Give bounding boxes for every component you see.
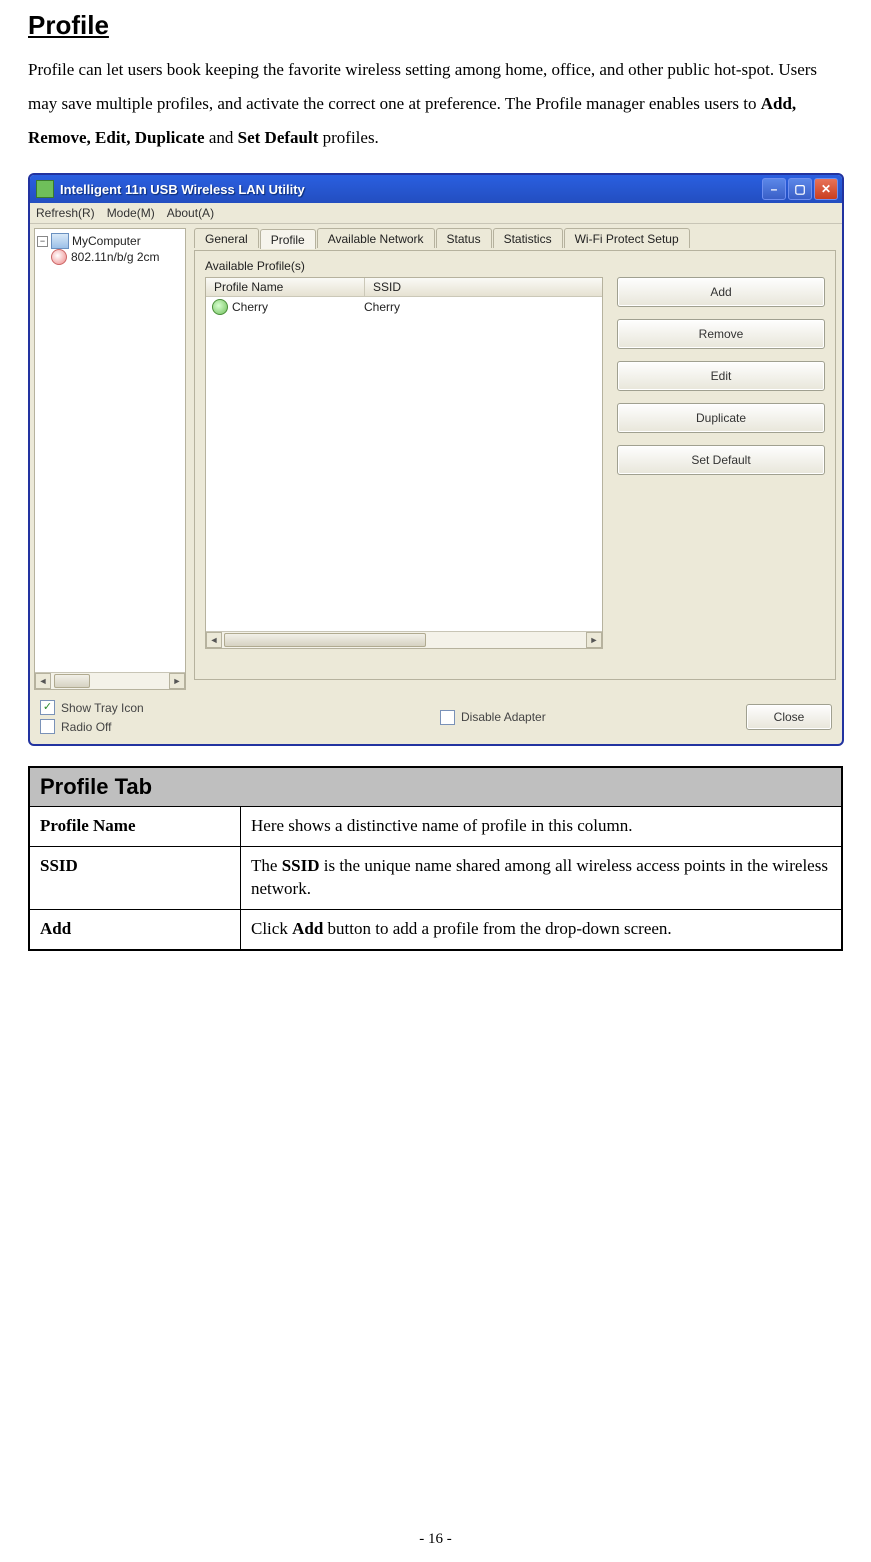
duplicate-button[interactable]: Duplicate — [617, 403, 825, 433]
bold-text: Add — [292, 919, 323, 938]
tab-available-network[interactable]: Available Network — [317, 228, 435, 248]
menu-mode[interactable]: Mode(M) — [107, 206, 155, 220]
column-ssid[interactable]: SSID — [365, 278, 602, 296]
tree-adapter-label[interactable]: 802.11n/b/g 2cm — [71, 250, 160, 264]
tree-root-label[interactable]: MyComputer — [72, 234, 141, 248]
checkbox-icon — [40, 719, 55, 734]
cell-value: Click Add button to add a profile from t… — [241, 909, 843, 949]
list-hscrollbar[interactable]: ◄ ► — [206, 631, 602, 648]
section-heading: Profile — [28, 10, 843, 41]
profile-tab-table: Profile Tab Profile Name Here shows a di… — [28, 766, 843, 951]
app-icon — [36, 180, 54, 198]
add-button[interactable]: Add — [617, 277, 825, 307]
checkbox-icon — [40, 700, 55, 715]
available-profiles-label: Available Profile(s) — [205, 259, 825, 273]
text: button to add a profile from the drop-do… — [323, 919, 671, 938]
scroll-thumb[interactable] — [54, 674, 90, 688]
titlebar[interactable]: Intelligent 11n USB Wireless LAN Utility… — [30, 175, 842, 203]
cell-key: Add — [29, 909, 241, 949]
scroll-right-icon[interactable]: ► — [586, 632, 602, 648]
table-row: Add Click Add button to add a profile fr… — [29, 909, 842, 949]
scroll-thumb[interactable] — [224, 633, 426, 647]
disable-adapter-label: Disable Adapter — [461, 710, 546, 724]
intro-paragraph: Profile can let users book keeping the f… — [28, 53, 843, 155]
show-tray-checkbox[interactable]: Show Tray Icon — [40, 700, 300, 715]
cell-profile-name: Cherry — [232, 300, 360, 314]
checkbox-icon — [440, 710, 455, 725]
text: The — [251, 856, 282, 875]
window-title: Intelligent 11n USB Wireless LAN Utility — [60, 182, 305, 197]
tab-statistics[interactable]: Statistics — [493, 228, 563, 248]
maximize-button[interactable]: ▢ — [788, 178, 812, 200]
scroll-right-icon[interactable]: ► — [169, 673, 185, 689]
profile-list[interactable]: Profile Name SSID Cherry Cherry ◄ — [205, 277, 603, 649]
page-number: - 16 - — [0, 1531, 871, 1548]
bold-text: SSID — [282, 856, 320, 875]
column-profile-name[interactable]: Profile Name — [206, 278, 365, 296]
table-header: Profile Tab — [29, 767, 842, 807]
cell-value: The SSID is the unique name shared among… — [241, 846, 843, 909]
set-default-button[interactable]: Set Default — [617, 445, 825, 475]
disable-adapter-checkbox[interactable]: Disable Adapter — [440, 710, 546, 725]
intro-text-2: and — [205, 128, 238, 147]
tab-wps[interactable]: Wi-Fi Protect Setup — [564, 228, 690, 248]
text: Click — [251, 919, 292, 938]
tab-profile[interactable]: Profile — [260, 229, 316, 249]
tab-strip: General Profile Available Network Status… — [194, 228, 836, 248]
profile-row[interactable]: Cherry Cherry — [206, 297, 602, 317]
tab-status[interactable]: Status — [436, 228, 492, 248]
menubar: Refresh(R) Mode(M) About(A) — [30, 203, 842, 224]
menu-refresh[interactable]: Refresh(R) — [36, 206, 95, 220]
cell-ssid: Cherry — [364, 300, 596, 314]
edit-button[interactable]: Edit — [617, 361, 825, 391]
close-window-button[interactable]: ✕ — [814, 178, 838, 200]
intro-text-3: profiles. — [318, 128, 378, 147]
table-row: SSID The SSID is the unique name shared … — [29, 846, 842, 909]
scroll-left-icon[interactable]: ◄ — [206, 632, 222, 648]
intro-text: Profile can let users book keeping the f… — [28, 60, 817, 113]
close-button[interactable]: Close — [746, 704, 832, 730]
profile-icon — [212, 299, 228, 315]
computer-icon — [51, 233, 69, 249]
device-tree[interactable]: − MyComputer 802.11n/b/g 2cm ◄ ► — [34, 228, 186, 690]
text: is the unique name shared among all wire… — [251, 856, 828, 898]
remove-button[interactable]: Remove — [617, 319, 825, 349]
scroll-left-icon[interactable]: ◄ — [35, 673, 51, 689]
tree-hscrollbar[interactable]: ◄ ► — [35, 672, 185, 689]
cell-key: SSID — [29, 846, 241, 909]
tab-general[interactable]: General — [194, 228, 259, 248]
app-window: Intelligent 11n USB Wireless LAN Utility… — [28, 173, 844, 746]
footer-bar: Show Tray Icon Radio Off Disable Adapter… — [30, 694, 842, 744]
tree-collapse-icon[interactable]: − — [37, 236, 48, 247]
radio-off-label: Radio Off — [61, 720, 111, 734]
adapter-icon — [51, 249, 67, 265]
table-row: Profile Name Here shows a distinctive na… — [29, 807, 842, 847]
minimize-button[interactable]: – — [762, 178, 786, 200]
intro-bold-2: Set Default — [238, 128, 319, 147]
cell-value: Here shows a distinctive name of profile… — [241, 807, 843, 847]
cell-key: Profile Name — [29, 807, 241, 847]
menu-about[interactable]: About(A) — [167, 206, 214, 220]
radio-off-checkbox[interactable]: Radio Off — [40, 719, 300, 734]
profile-panel: Available Profile(s) Profile Name SSID C… — [194, 250, 836, 680]
show-tray-label: Show Tray Icon — [61, 701, 144, 715]
